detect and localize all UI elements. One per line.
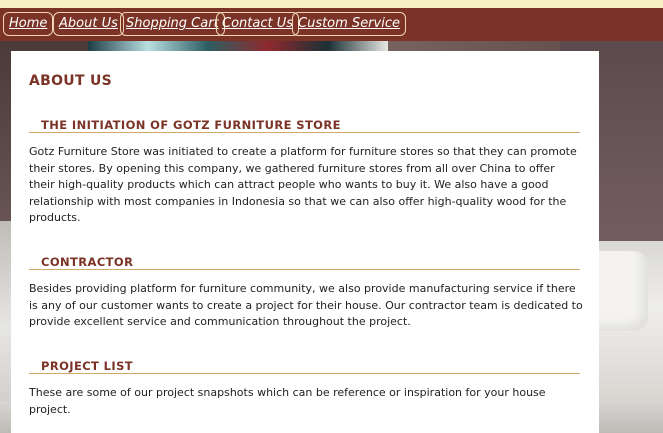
top-strip [0, 0, 663, 8]
section-body-contractor: Besides providing platform for furniture… [29, 282, 583, 328]
section-heading-project-list: PROJECT LIST [29, 359, 580, 374]
nav-item-contact-us[interactable]: Contact Us [216, 12, 299, 36]
content-panel: ABOUT US THE INITIATION OF GOTZ FURNITUR… [11, 51, 599, 433]
nav-item-home[interactable]: Home [3, 12, 54, 36]
top-nav: Home About Us Shopping Cart Contact Us C… [0, 8, 663, 41]
nav-item-custom-service[interactable]: Custom Service [292, 12, 406, 36]
section-body-project-list: These are some of our project snapshots … [29, 386, 546, 416]
section-body-initiation: Gotz Furniture Store was initiated to cr… [29, 145, 577, 224]
nav-item-about-us[interactable]: About Us [53, 12, 124, 36]
page-title: ABOUT US [29, 73, 113, 89]
nav-item-shopping-cart[interactable]: Shopping Cart [120, 12, 225, 36]
section-heading-initiation: THE INITIATION OF GOTZ FURNITURE STORE [29, 118, 580, 133]
section-heading-contractor: CONTRACTOR [29, 255, 580, 270]
